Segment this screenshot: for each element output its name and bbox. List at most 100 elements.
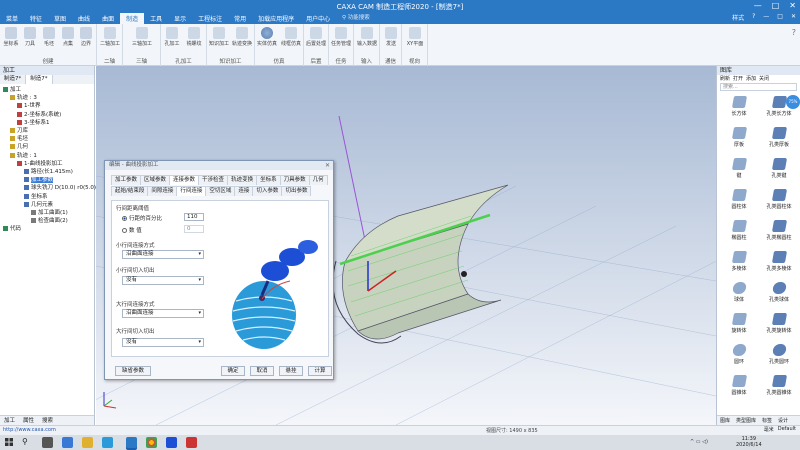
edge-browser-icon[interactable] <box>62 437 73 448</box>
dialog-tab[interactable]: 坐标系 <box>256 175 281 185</box>
post-process-button[interactable]: 后置处理 <box>306 27 326 47</box>
minimize-button[interactable]: — <box>754 1 762 10</box>
tree-item[interactable]: 刀库 <box>10 128 28 135</box>
shape-item[interactable]: 孔类厚板 <box>759 127 799 148</box>
doc-minimize-button[interactable]: — <box>763 13 769 22</box>
open-button[interactable]: 打开 <box>733 75 743 83</box>
shape-item[interactable]: 椭圆柱 <box>719 220 759 241</box>
store-icon[interactable] <box>102 437 113 448</box>
tab-design[interactable]: 设计 <box>775 416 791 425</box>
tree-item[interactable]: 路径(长1.415m) <box>24 169 73 176</box>
tab-type-library[interactable]: 类型图库 <box>733 416 759 425</box>
menu-tab-user-center[interactable]: 用户中心 <box>300 13 336 24</box>
dialog-tab[interactable]: 空切区域 <box>205 186 236 196</box>
tab-properties[interactable]: 属性 <box>19 416 38 425</box>
tree-item[interactable]: 1-世界 <box>17 103 40 110</box>
refresh-button[interactable]: 刷新 <box>720 75 730 83</box>
tab-tags[interactable]: 标签 <box>759 416 775 425</box>
ok-button[interactable]: 确定 <box>221 366 245 376</box>
taskbar-clock[interactable]: 11:39 2020/6/14 <box>736 436 762 448</box>
menu-tab-feature[interactable]: 特征 <box>24 13 48 24</box>
shape-item[interactable]: 圆柱体 <box>719 189 759 210</box>
library-search-input[interactable]: 搜索... <box>720 83 797 91</box>
shape-item[interactable]: 多棱体 <box>719 251 759 272</box>
shape-item[interactable]: 圆环 <box>719 344 759 365</box>
menu-tab-tools[interactable]: 工具 <box>144 13 168 24</box>
task-manager-button[interactable]: 任务管理 <box>331 27 351 47</box>
ribbon-help-icon[interactable]: ? <box>792 28 796 37</box>
tree-item[interactable]: 轨迹 : 3 <box>10 95 37 102</box>
wire-simulation-button[interactable]: 线框仿真 <box>281 27 301 47</box>
close-button[interactable]: ✕ <box>789 1 796 10</box>
shape-item[interactable]: 孔类圆柱体 <box>759 189 799 210</box>
shape-item[interactable]: 键 <box>719 158 759 179</box>
blank-button[interactable]: 毛坯 <box>39 27 59 47</box>
shape-item[interactable]: 长方体 <box>719 96 759 117</box>
doc-tab[interactable]: 制造7* <box>0 75 27 84</box>
dialog-tab[interactable]: 干涉检查 <box>198 175 229 185</box>
xy-plane-button[interactable]: XY平面 <box>405 27 425 47</box>
file-explorer-icon[interactable] <box>82 437 93 448</box>
dialog-tab[interactable]: 切出参数 <box>281 186 312 196</box>
knowledge-machining-button[interactable]: 知识加工 <box>209 27 229 47</box>
small-conn-select[interactable]: 沿曲面连接 ▾ <box>122 250 204 259</box>
radio-percent-button[interactable] <box>122 216 127 221</box>
shape-item[interactable]: 孔类多棱体 <box>759 251 799 272</box>
menu-tab-menu[interactable]: 菜单 <box>0 13 24 24</box>
caxa-cam-taskbar-icon[interactable] <box>126 437 137 448</box>
tree-item[interactable]: 1-曲线投影加工 <box>17 160 62 168</box>
unit-label[interactable]: 毫米 <box>764 426 774 433</box>
dialog-tab[interactable]: 加工参数 <box>111 175 142 185</box>
dialog-tab[interactable]: 区域参数 <box>140 175 171 185</box>
dialog-tab[interactable]: 几何 <box>308 175 328 185</box>
shape-item[interactable]: 球体 <box>719 282 759 303</box>
help-icon[interactable]: ? <box>752 13 755 22</box>
task-view-icon[interactable] <box>42 437 53 448</box>
dialog-tab[interactable]: 间隙连接 <box>147 186 178 196</box>
doc-tab-active[interactable]: 制造7* <box>26 75 53 84</box>
menu-tab-manufacture[interactable]: 制造 <box>120 13 145 24</box>
taskbar-search-icon[interactable]: ⚲ <box>22 437 28 446</box>
radio-value[interactable]: 数 值 <box>122 226 142 234</box>
tree-item[interactable]: 加工 <box>3 87 21 94</box>
small-inout-select[interactable]: 没有 ▾ <box>122 276 204 285</box>
menu-tab-common[interactable]: 常用 <box>228 13 252 24</box>
shape-item[interactable]: 孔类键 <box>759 158 799 179</box>
send-button[interactable]: 发送 <box>381 27 401 47</box>
dialog-close-icon[interactable]: ✕ <box>325 162 330 169</box>
shape-item[interactable]: 孔类椭圆柱 <box>759 220 799 241</box>
thread-milling-button[interactable]: 铣螺纹 <box>184 27 204 47</box>
path-transform-button[interactable]: 轨迹变换 <box>232 27 252 47</box>
value-input[interactable]: 0 <box>184 225 204 233</box>
shape-item[interactable]: 厚板 <box>719 127 759 148</box>
maximize-button[interactable]: □ <box>772 1 780 10</box>
add-button[interactable]: 添加 <box>746 75 756 83</box>
style-default-label[interactable]: Default <box>778 426 796 433</box>
shape-item[interactable]: 孔类圆锥体 <box>759 375 799 396</box>
tree-item[interactable]: 代码 <box>3 226 21 233</box>
tab-library[interactable]: 图库 <box>717 416 733 425</box>
hole-machining-button[interactable]: 孔加工 <box>162 27 182 47</box>
menu-tab-addins[interactable]: 加载应用程序 <box>252 13 300 24</box>
doc-restore-button[interactable]: □ <box>777 13 783 22</box>
cancel-button[interactable]: 取消 <box>250 366 274 376</box>
dialog-tab[interactable]: 行间连接 <box>176 186 207 196</box>
tree-item[interactable]: 加工曲面(1) <box>31 210 68 217</box>
tab-search[interactable]: 搜索 <box>38 416 57 425</box>
dialog-tab[interactable]: 切入参数 <box>252 186 283 196</box>
menu-tab-annotation[interactable]: 工程标注 <box>192 13 228 24</box>
boundary-button[interactable]: 边界 <box>76 27 96 47</box>
tree-item[interactable]: 检查曲面(2) <box>31 218 68 225</box>
menu-tab-sketch[interactable]: 草图 <box>48 13 72 24</box>
style-menu[interactable]: 样式 <box>732 13 744 22</box>
3axis-button[interactable]: 三轴加工 <box>132 27 152 47</box>
percent-input[interactable]: 110 <box>184 213 204 221</box>
dialog-tab[interactable]: 起始/结束段 <box>111 186 149 196</box>
tree-item[interactable]: 几何元素 <box>24 201 53 209</box>
status-url-link[interactable]: http://www.caxa.com <box>3 427 56 433</box>
tree-item[interactable]: 毛坯 <box>10 136 28 143</box>
shape-item[interactable]: 旋转体 <box>719 313 759 334</box>
radio-value-button[interactable] <box>122 228 127 233</box>
floating-assist-button[interactable]: 75% <box>786 95 800 109</box>
menu-tab-curve[interactable]: 曲线 <box>72 13 96 24</box>
